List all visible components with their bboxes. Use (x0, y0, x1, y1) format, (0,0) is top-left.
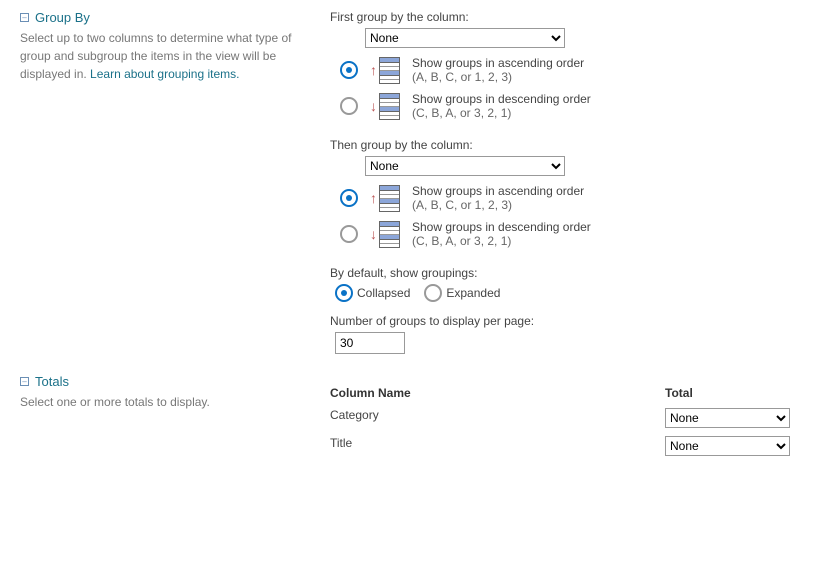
table-row: Category None (330, 404, 795, 432)
group-by-header[interactable]: Group By (20, 10, 320, 25)
group-by-left: Group By Select up to two columns to det… (20, 10, 330, 83)
first-group-asc-radio[interactable] (340, 61, 358, 79)
then-group-asc-text: Show groups in ascending order (A, B, C,… (412, 184, 584, 212)
first-group-select[interactable]: None (365, 28, 565, 48)
default-groupings-group: Collapsed Expanded (330, 284, 795, 302)
sort-ascending-icon: ↑ (370, 185, 400, 212)
per-page-label: Number of groups to display per page: (330, 314, 795, 328)
then-group-label: Then group by the column: (330, 138, 795, 152)
table-row: Title None (330, 432, 795, 460)
first-group-desc-radio[interactable] (340, 97, 358, 115)
group-by-description: Select up to two columns to determine wh… (20, 29, 320, 83)
totals-header-row: Column Name Total (330, 382, 795, 404)
first-group-label: First group by the column: (330, 10, 795, 24)
totals-header[interactable]: Totals (20, 374, 320, 389)
first-group-asc-text: Show groups in ascending order (A, B, C,… (412, 56, 584, 84)
default-groupings-label: By default, show groupings: (330, 266, 795, 280)
then-group-asc-row[interactable]: ↑ Show groups in ascending order (A, B, … (340, 184, 795, 212)
total-row-name: Category (330, 408, 665, 428)
totals-left: Totals Select one or more totals to disp… (20, 374, 330, 411)
column-name-header: Column Name (330, 386, 665, 400)
total-row-name: Title (330, 436, 665, 456)
learn-grouping-link[interactable]: Learn about grouping items. (90, 67, 239, 81)
group-by-right: First group by the column: None ↑ Show g… (330, 10, 795, 354)
sort-descending-icon: ↓ (370, 93, 400, 120)
totals-table: Column Name Total Category None Title No… (330, 382, 795, 460)
first-group-asc-row[interactable]: ↑ Show groups in ascending order (A, B, … (340, 56, 795, 84)
collapsed-radio[interactable] (335, 284, 353, 302)
then-group-desc-radio[interactable] (340, 225, 358, 243)
totals-right: Column Name Total Category None Title No… (330, 374, 795, 460)
totals-section: Totals Select one or more totals to disp… (20, 374, 795, 460)
total-row-select[interactable]: None (665, 408, 790, 428)
sort-ascending-icon: ↑ (370, 57, 400, 84)
first-group-desc-text: Show groups in descending order (C, B, A… (412, 92, 591, 120)
group-by-section: Group By Select up to two columns to det… (20, 10, 795, 354)
collapse-icon[interactable] (20, 13, 29, 22)
group-by-title: Group By (35, 10, 90, 25)
total-row-select[interactable]: None (665, 436, 790, 456)
per-page-input[interactable] (335, 332, 405, 354)
totals-description: Select one or more totals to display. (20, 393, 320, 411)
sort-descending-icon: ↓ (370, 221, 400, 248)
collapsed-label: Collapsed (357, 286, 410, 300)
expanded-radio[interactable] (424, 284, 442, 302)
then-group-asc-radio[interactable] (340, 189, 358, 207)
first-group-desc-row[interactable]: ↓ Show groups in descending order (C, B,… (340, 92, 795, 120)
then-group-select[interactable]: None (365, 156, 565, 176)
expanded-label: Expanded (446, 286, 500, 300)
total-header: Total (665, 386, 795, 400)
collapse-icon[interactable] (20, 377, 29, 386)
then-group-desc-row[interactable]: ↓ Show groups in descending order (C, B,… (340, 220, 795, 248)
then-group-desc-text: Show groups in descending order (C, B, A… (412, 220, 591, 248)
totals-title: Totals (35, 374, 69, 389)
